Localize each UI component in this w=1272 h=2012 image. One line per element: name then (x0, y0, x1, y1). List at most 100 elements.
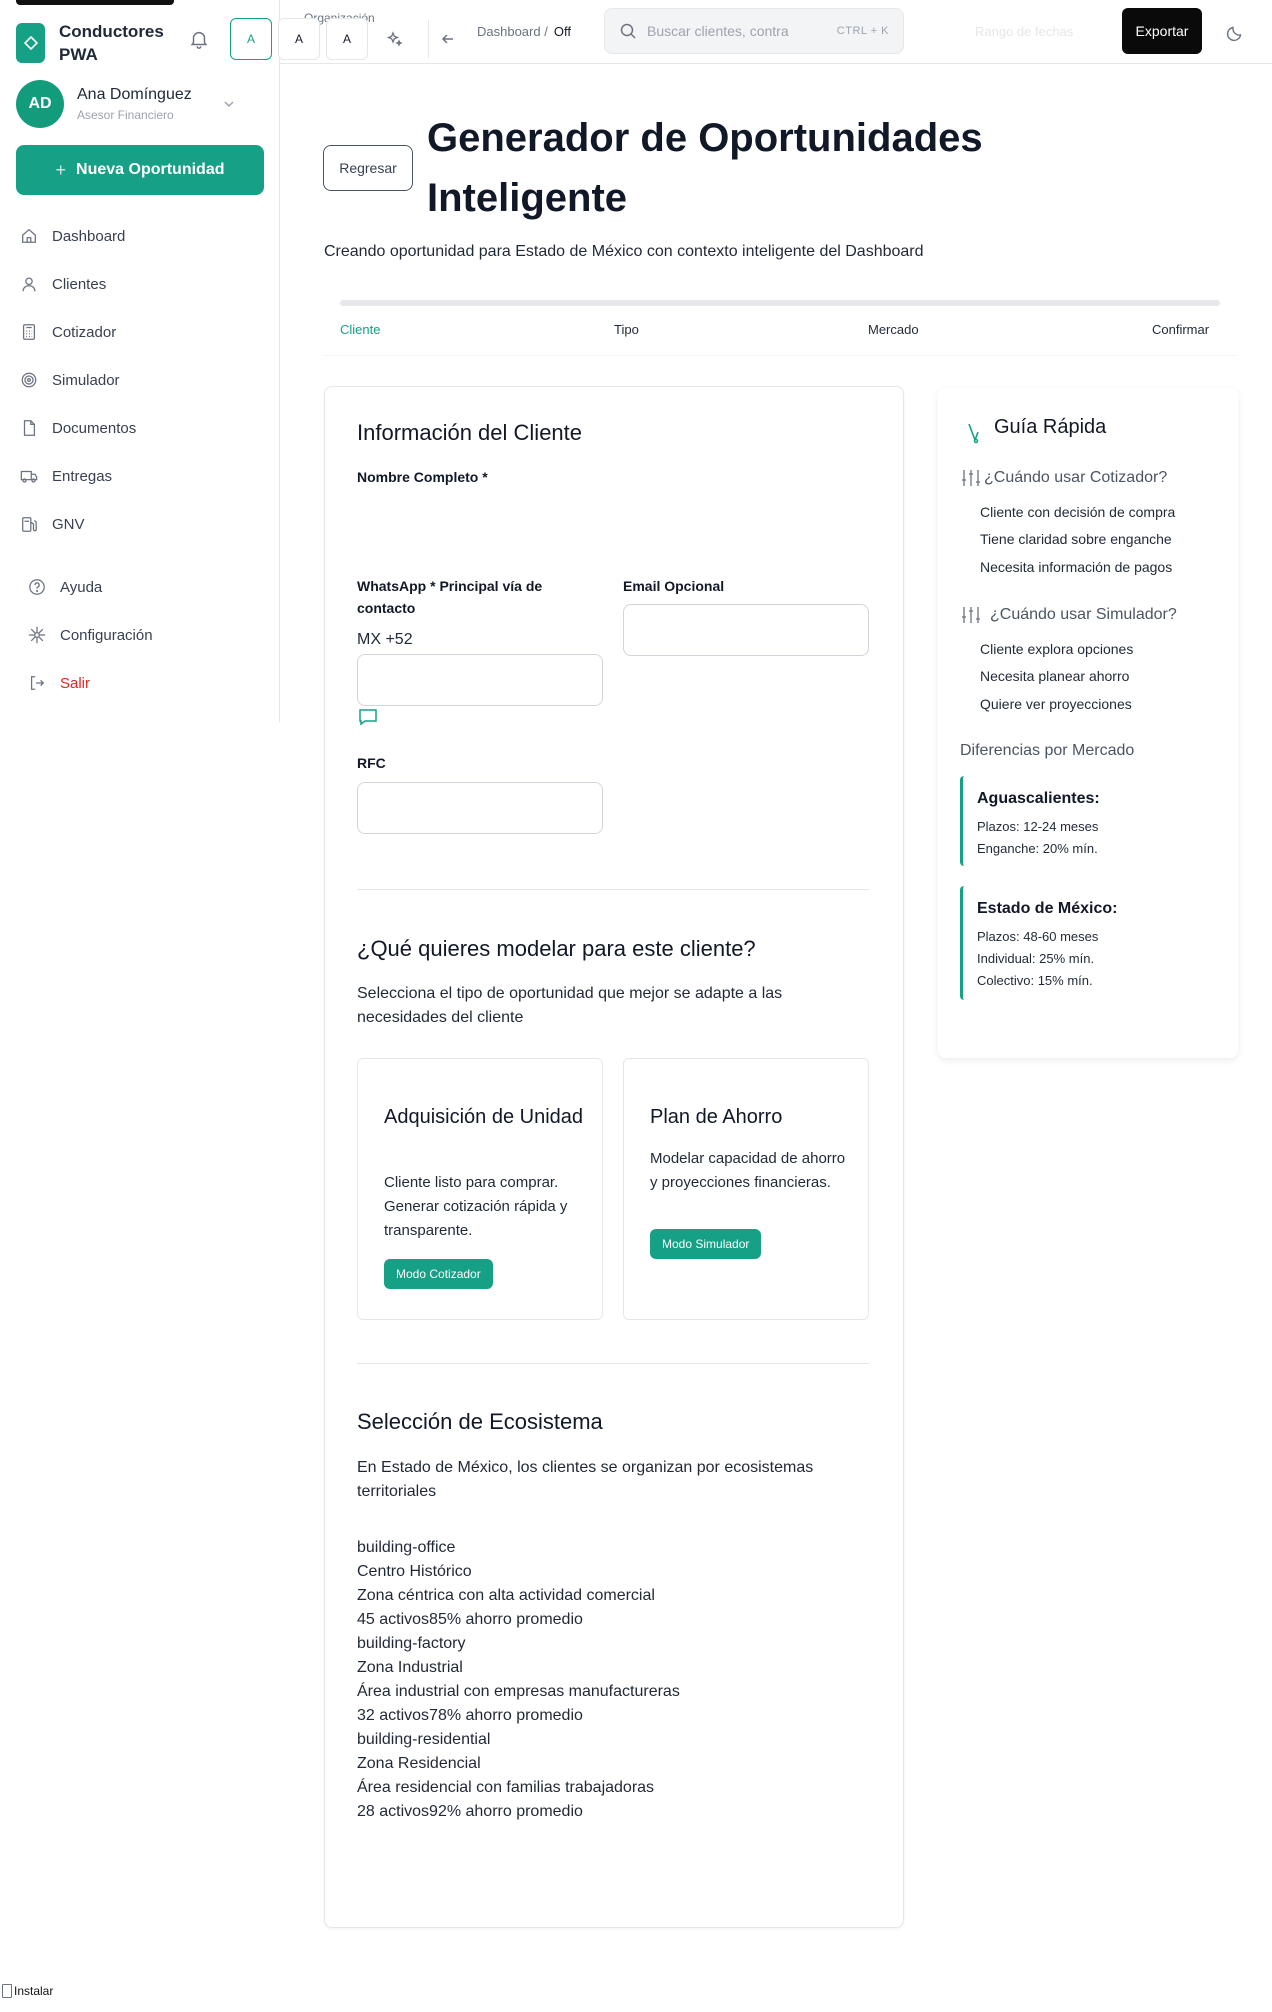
market-detail: Enganche: 20% mín. (977, 841, 1098, 856)
modo-cotizador-button[interactable]: Modo Cotizador (384, 1259, 493, 1289)
email-label: Email Opcional (623, 578, 725, 594)
guide-list-item: Cliente con decisión de compra (980, 504, 1176, 520)
bell-icon[interactable] (188, 28, 210, 50)
search-bar[interactable]: Buscar clientes, contra CTRL + K (604, 8, 904, 54)
sliders-icon (962, 470, 980, 486)
search-icon (620, 23, 636, 39)
sidebar-item-documentos[interactable]: Documentos (20, 404, 260, 452)
ecosystem-name: Zona Industrial (357, 1659, 463, 1676)
moon-icon[interactable] (1226, 24, 1244, 42)
option-description: Cliente listo para comprar. Generar coti… (384, 1174, 568, 1239)
step-cliente[interactable]: Cliente (340, 322, 380, 337)
guide-list-item: Necesita planear ahorro (980, 668, 1130, 684)
sidebar-item-simulador[interactable]: Simulador (20, 356, 260, 404)
top-stub (16, 0, 174, 5)
home-icon (22, 228, 36, 243)
chevron-down-icon[interactable] (222, 97, 236, 111)
market-detail: Plazos: 12-24 meses (977, 819, 1099, 834)
ecosystem-item-industrial[interactable]: building-factory Zona Industrial Área in… (357, 1632, 680, 1728)
settings-icon (28, 626, 46, 644)
sidebar-item-salir[interactable]: Salir (28, 659, 260, 707)
modo-simulador-button[interactable]: Modo Simulador (650, 1229, 762, 1259)
step-tipo[interactable]: Tipo (614, 322, 639, 337)
market-detail: Plazos: 48-60 meses (977, 929, 1099, 944)
search-input[interactable]: Buscar clientes, contra (647, 23, 789, 39)
sidebar-item-entregas[interactable]: Entregas (20, 452, 260, 500)
fuel-icon (22, 517, 37, 532)
brand[interactable]: Conductores PWA (16, 20, 169, 66)
option-title: Adquisición de Unidad (384, 1106, 584, 1128)
stepper: Cliente Tipo Mercado Confirmar (324, 280, 1236, 356)
new-opportunity-button[interactable]: + Nueva Oportunidad (16, 145, 264, 195)
sidebar-item-gnv[interactable]: GNV (20, 500, 260, 548)
guide-list-item: Tiene claridad sobre enganche (980, 531, 1172, 547)
sidebar-item-clientes[interactable]: Clientes (20, 260, 260, 308)
option-card-ahorro[interactable]: Plan de Ahorro Modelar capacidad de ahor… (623, 1058, 869, 1320)
page-subtitle: Creando oportunidad para Estado de Méxic… (324, 243, 924, 260)
guide-simulador-question: ¿Cuándo usar Simulador? (960, 605, 1177, 625)
truck-icon (20, 470, 38, 483)
user-profile[interactable]: AD Ana Domínguez Asesor Financiero (16, 80, 192, 128)
ecosystem-name: Centro Histórico (357, 1563, 472, 1580)
step-confirmar[interactable]: Confirmar (1152, 322, 1209, 337)
brand-name: Conductores PWA (59, 22, 164, 64)
whatsapp-input[interactable] (357, 654, 603, 706)
sidebar-item-label: Dashboard (52, 227, 126, 245)
ecosystem-name: Zona Residencial (357, 1755, 481, 1772)
sidebar-item-dashboard[interactable]: Dashboard (20, 212, 260, 260)
ecosystem-description: En Estado de México, los clientes se org… (357, 1459, 814, 1500)
font-size-small-button[interactable]: A (230, 18, 272, 60)
font-size-medium-button[interactable]: A (278, 18, 320, 60)
sidebar-item-label: Entregas (52, 467, 113, 485)
calculator-icon (22, 324, 36, 340)
email-input[interactable] (623, 604, 869, 656)
sidebar-item-ayuda[interactable]: Ayuda (28, 563, 260, 611)
ecosystem-description: Zona céntrica con alta actividad comerci… (357, 1587, 655, 1604)
sidebar-item-label: GNV (52, 515, 85, 533)
ecosystem-item-centro[interactable]: building-office Centro Histórico Zona cé… (357, 1536, 680, 1632)
sidebar-item-label: Documentos (52, 419, 137, 437)
market-name: Estado de México: (977, 900, 1118, 917)
client-info-title: Información del Cliente (357, 420, 583, 445)
sliders-icon (962, 607, 980, 623)
step-mercado[interactable]: Mercado (868, 322, 919, 337)
rfc-input[interactable] (357, 782, 603, 834)
breadcrumb-current: Off (553, 24, 571, 39)
ecosystem-stats: 45 activos85% ahorro promedio (357, 1611, 583, 1628)
ecosystem-description: Área industrial con empresas manufacture… (357, 1683, 680, 1700)
logout-icon (30, 676, 45, 690)
export-button[interactable]: Exportar (1122, 8, 1202, 54)
section-divider (357, 1363, 869, 1364)
sidebar-item-label: Configuración (60, 626, 153, 644)
sidebar-item-configuracion[interactable]: Configuración (28, 611, 260, 659)
install-button[interactable]: Instalar (2, 1984, 53, 1998)
sparkle-icon[interactable] (386, 30, 404, 48)
sidebar-item-label: Salir (60, 674, 91, 692)
sidebar-item-label: Clientes (52, 275, 107, 293)
ecosystem-item-residencial[interactable]: building-residential Zona Residencial Ár… (357, 1728, 680, 1824)
building-residential-icon: building-residential (357, 1731, 491, 1748)
stepper-progress-bar (340, 300, 1220, 306)
building-office-icon: building-office (357, 1539, 456, 1556)
date-range-picker[interactable]: Rango de fechas (975, 24, 1073, 39)
back-arrow-button[interactable] (428, 20, 466, 58)
rfc-label: RFC (357, 755, 386, 771)
model-title: ¿Qué quieres modelar para este cliente? (357, 936, 756, 961)
sidebar: Conductores PWA AD Ana Domínguez Asesor … (0, 0, 280, 722)
guide-list-item: Quiere ver proyecciones (980, 696, 1132, 712)
ecosystem-list: building-office Centro Histórico Zona cé… (357, 1536, 680, 1824)
secondary-nav: Ayuda Configuración Salir (28, 563, 260, 707)
target-icon (21, 372, 37, 388)
option-description: Modelar capacidad de ahorro y proyeccion… (650, 1150, 846, 1191)
regresar-button[interactable]: Regresar (323, 145, 413, 191)
whatsapp-label: WhatsApp * Principal vía de contacto (357, 578, 543, 616)
install-label: Instalar (14, 1984, 54, 1998)
arrow-left-icon (441, 34, 453, 44)
option-card-adquisicion[interactable]: Adquisición de Unidad Cliente listo para… (357, 1058, 603, 1320)
user-name: Ana Domínguez (77, 86, 192, 103)
guide-list-item: Necesita información de pagos (980, 559, 1173, 575)
ecosystem-stats: 28 activos92% ahorro promedio (357, 1803, 583, 1820)
breadcrumb-parent[interactable]: Dashboard / (477, 24, 548, 39)
font-size-large-button[interactable]: A (326, 18, 368, 60)
sidebar-item-cotizador[interactable]: Cotizador (20, 308, 260, 356)
